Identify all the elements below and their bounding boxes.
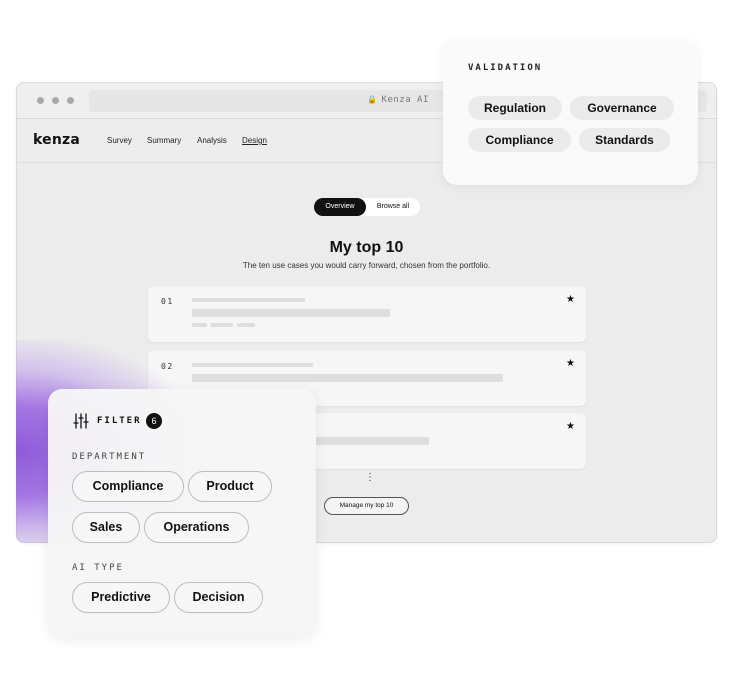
- chip-compliance[interactable]: Compliance: [468, 128, 571, 152]
- chip-standards[interactable]: Standards: [579, 128, 670, 152]
- chip-regulation[interactable]: Regulation: [468, 96, 562, 120]
- skeleton-line: [192, 309, 390, 317]
- filter-chip-predictive[interactable]: Predictive: [72, 582, 170, 613]
- filter-panel: FILTER 6 DEPARTMENT Compliance Product S…: [48, 389, 316, 636]
- nav-design[interactable]: Design: [242, 136, 267, 145]
- card-rank: 01: [161, 297, 174, 306]
- chip-governance[interactable]: Governance: [570, 96, 674, 120]
- window-dot-maximize[interactable]: [67, 97, 74, 104]
- filter-chip-sales[interactable]: Sales: [72, 512, 140, 543]
- validation-label: VALIDATION: [468, 63, 543, 73]
- top10-card[interactable]: 01 ★: [148, 286, 586, 342]
- filter-count-badge: 6: [146, 413, 162, 429]
- skeleton-line: [192, 374, 503, 382]
- ai-type-label: AI TYPE: [72, 563, 124, 573]
- window-dot-minimize[interactable]: [52, 97, 59, 104]
- url-label: Kenza AI: [381, 95, 429, 105]
- filter-chip-operations[interactable]: Operations: [144, 512, 249, 543]
- sliders-icon[interactable]: [73, 413, 89, 429]
- tab-browse-all[interactable]: Browse all: [366, 198, 420, 216]
- filter-title: FILTER: [97, 416, 142, 426]
- filter-chip-product[interactable]: Product: [188, 471, 272, 502]
- tab-overview[interactable]: Overview: [314, 198, 366, 216]
- manage-top10-button[interactable]: Manage my top 10: [324, 497, 409, 515]
- skeleton-line: [192, 323, 207, 327]
- lock-icon: 🔒: [367, 95, 378, 104]
- filter-chip-decision[interactable]: Decision: [174, 582, 263, 613]
- nav-analysis[interactable]: Analysis: [197, 136, 227, 145]
- nav-summary[interactable]: Summary: [147, 136, 181, 145]
- page-title: My top 10: [329, 239, 404, 256]
- skeleton-line: [192, 363, 313, 367]
- skeleton-line: [192, 298, 305, 302]
- page-subtitle: The ten use cases you would carry forwar…: [242, 261, 491, 270]
- star-icon[interactable]: ★: [566, 358, 575, 369]
- filter-chip-compliance[interactable]: Compliance: [72, 471, 184, 502]
- view-toggle: Overview Browse all: [314, 198, 420, 216]
- department-label: DEPARTMENT: [72, 452, 147, 462]
- nav-survey[interactable]: Survey: [107, 136, 132, 145]
- star-icon[interactable]: ★: [566, 294, 575, 305]
- skeleton-line: [237, 323, 255, 327]
- marketing-composite: 🔒 Kenza AI kenza Survey Summary Analysis …: [0, 0, 747, 694]
- star-icon[interactable]: ★: [566, 421, 575, 432]
- vertical-ellipsis-icon[interactable]: ⋮: [365, 473, 375, 483]
- skeleton-line: [211, 323, 233, 327]
- validation-panel: VALIDATION Regulation Governance Complia…: [443, 40, 698, 185]
- window-dot-close[interactable]: [37, 97, 44, 104]
- kenza-logo[interactable]: kenza: [33, 132, 80, 148]
